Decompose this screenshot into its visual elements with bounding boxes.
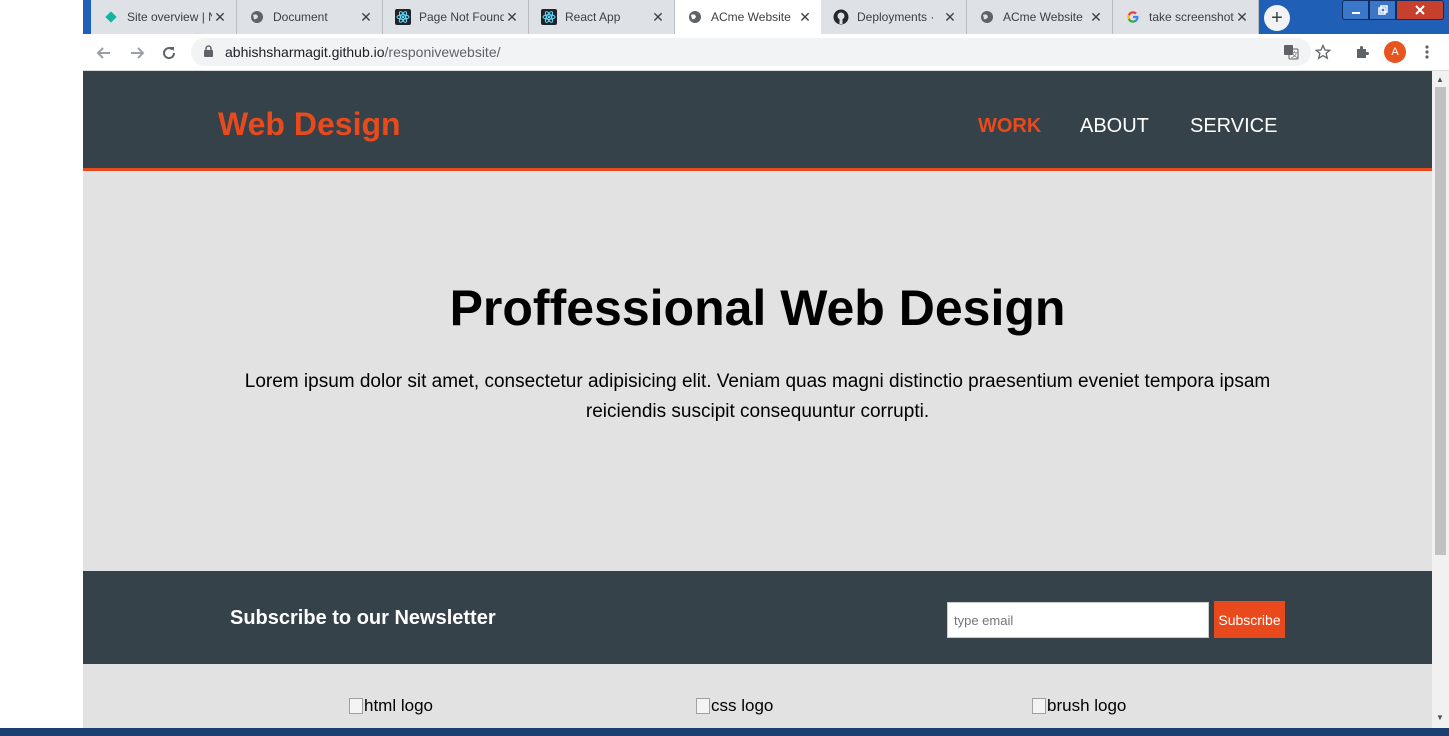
address-bar[interactable]: abhishsharmagit.github.io/responivewebsi…: [191, 38, 1311, 66]
nav-work[interactable]: WORK: [978, 115, 1041, 138]
close-icon[interactable]: ✕: [650, 9, 666, 25]
bookmark-star-icon[interactable]: [1313, 42, 1333, 62]
tab-label: ACme Website: [1003, 10, 1083, 24]
profile-avatar[interactable]: A: [1384, 41, 1406, 63]
tab-label: React App: [565, 10, 621, 24]
url-text[interactable]: abhishsharmagit.github.io/responivewebsi…: [225, 44, 501, 60]
tab-document[interactable]: Document ✕: [237, 0, 383, 34]
tab-label: Site overview | N: [127, 10, 212, 24]
tab-take-screenshot[interactable]: take screenshot ✕: [1113, 0, 1259, 34]
close-icon[interactable]: ✕: [942, 9, 958, 25]
lock-icon[interactable]: [203, 45, 214, 63]
web-page: Web Design WORK ABOUT SERVICE Proffessio…: [83, 71, 1432, 736]
netlify-diamond-icon: [103, 9, 119, 25]
minimize-button[interactable]: [1342, 0, 1369, 20]
close-icon[interactable]: ✕: [358, 9, 374, 25]
window-controls: [1342, 0, 1444, 20]
google-icon: [1125, 9, 1141, 25]
css-logo-alt: css logo: [711, 696, 774, 715]
close-icon[interactable]: ✕: [1234, 9, 1250, 25]
tab-acme-website-active[interactable]: ACme Website ✕: [675, 0, 821, 34]
restore-icon: [1377, 5, 1388, 15]
hero-title: Proffessional Web Design: [449, 280, 1066, 336]
close-icon[interactable]: ✕: [797, 9, 813, 25]
newsletter-section: Subscribe to our Newsletter Subscribe: [83, 571, 1432, 664]
site-brand[interactable]: Web Design: [218, 106, 401, 143]
globe-icon: [249, 9, 265, 25]
vertical-scrollbar[interactable]: ▲ ▼: [1432, 71, 1449, 736]
os-taskbar: [0, 728, 1449, 736]
close-icon[interactable]: ✕: [1088, 9, 1104, 25]
extensions-puzzle-icon[interactable]: [1352, 42, 1372, 62]
close-icon[interactable]: ✕: [504, 9, 520, 25]
tab-label: take screenshot: [1149, 10, 1234, 24]
scroll-down-icon[interactable]: ▼: [1436, 713, 1444, 722]
broken-image-icon: [349, 698, 363, 714]
restore-button[interactable]: [1369, 0, 1396, 20]
react-icon: [395, 9, 411, 25]
forward-button[interactable]: [126, 42, 148, 64]
url-host: abhishsharmagit.github.io: [225, 44, 385, 60]
broken-image-icon: [696, 698, 710, 714]
html-logo-alt: html logo: [364, 696, 433, 715]
translate-icon[interactable]: 文: [1281, 42, 1301, 62]
globe-icon: [687, 9, 703, 25]
css-logo-image: css logo: [696, 696, 773, 716]
scroll-up-icon[interactable]: ▲: [1436, 75, 1444, 84]
tab-acme-website[interactable]: ACme Website ✕: [967, 0, 1113, 34]
browser-toolbar: abhishsharmagit.github.io/responivewebsi…: [83, 34, 1449, 71]
tab-deployments[interactable]: Deployments · ✕: [821, 0, 967, 34]
minimize-icon: [1351, 12, 1360, 14]
html-logo-image: html logo: [349, 696, 433, 716]
reload-button[interactable]: [158, 42, 180, 64]
brush-logo-image: brush logo: [1032, 696, 1126, 716]
globe-icon: [979, 9, 995, 25]
react-icon: [541, 9, 557, 25]
site-header: Web Design WORK ABOUT SERVICE: [83, 71, 1432, 171]
close-window-button[interactable]: [1396, 0, 1444, 20]
github-icon: [833, 9, 849, 25]
forward-arrow-icon: [131, 47, 145, 59]
broken-image-icon: [1032, 698, 1046, 714]
close-window-icon: [1415, 5, 1425, 15]
tab-label: ACme Website: [711, 10, 791, 24]
close-icon[interactable]: ✕: [212, 9, 228, 25]
tab-site-overview[interactable]: Site overview | N ✕: [91, 0, 237, 34]
brush-logo-alt: brush logo: [1047, 696, 1127, 715]
tab-label: Page Not Found: [419, 10, 504, 24]
email-field[interactable]: [947, 602, 1209, 638]
tab-label: Document: [273, 10, 328, 24]
subscribe-button[interactable]: Subscribe: [1214, 601, 1285, 638]
tab-label: Deployments ·: [857, 10, 935, 24]
url-path: /responivewebsite/: [384, 44, 501, 60]
tab-strip: Site overview | N ✕ Document ✕ Page Not …: [83, 0, 1449, 34]
reload-icon: [163, 47, 176, 60]
browser-window: Site overview | N ✕ Document ✕ Page Not …: [83, 0, 1449, 736]
back-button[interactable]: [93, 42, 115, 64]
back-arrow-icon: [96, 47, 110, 59]
menu-kebab-icon[interactable]: [1417, 42, 1437, 62]
nav-about[interactable]: ABOUT: [1080, 115, 1149, 138]
svg-text:文: 文: [1291, 50, 1298, 59]
newsletter-title: Subscribe to our Newsletter: [230, 607, 496, 629]
nav-service[interactable]: SERVICE: [1190, 115, 1277, 138]
tab-page-not-found[interactable]: Page Not Found ✕: [383, 0, 529, 34]
new-tab-button[interactable]: +: [1264, 5, 1290, 31]
scrollbar-thumb[interactable]: [1435, 87, 1446, 555]
tab-react-app[interactable]: React App ✕: [529, 0, 675, 34]
hero-text: Lorem ipsum dolor sit amet, consectetur …: [244, 371, 1271, 422]
